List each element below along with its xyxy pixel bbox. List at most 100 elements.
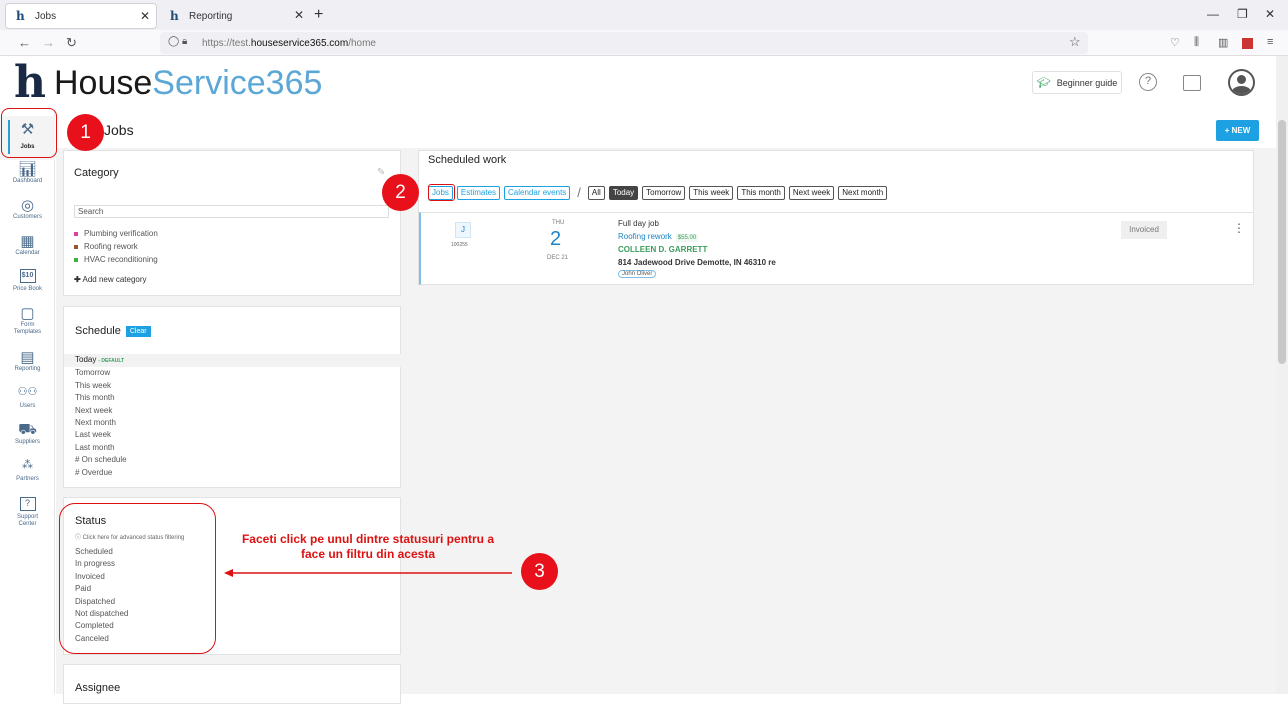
reload-icon[interactable]: ↻	[66, 35, 77, 51]
schedule-item[interactable]: This week	[64, 380, 401, 392]
documents-icon[interactable]	[1183, 75, 1201, 91]
sidebar-item-partners[interactable]: ⁂ Partners	[0, 458, 55, 483]
category-search-input[interactable]: Search	[74, 205, 389, 218]
sidebar-toggle-icon[interactable]: ▥	[1218, 36, 1228, 49]
filter-next-month[interactable]: Next month	[838, 185, 888, 200]
job-category: Roofing rework $55.00	[618, 232, 699, 242]
edit-pencil-icon[interactable]: ✎	[377, 167, 385, 178]
browser-tab-reporting[interactable]: h Reporting ✕	[160, 3, 310, 29]
browser-tab-bar: h Jobs ✕ h Reporting ✕ + — ❐ ✕	[0, 0, 1288, 30]
job-status-badge: Invoiced	[1121, 221, 1167, 239]
schedule-item[interactable]: # Overdue	[64, 467, 401, 479]
new-tab-icon[interactable]: +	[314, 6, 323, 24]
sidebar-item-form-templates[interactable]: ▢ Form Templates	[0, 304, 55, 336]
filter-next-week[interactable]: Next week	[788, 185, 835, 200]
sidebar-item-support-center[interactable]: ? Support Center	[0, 496, 55, 528]
category-item[interactable]: Plumbing verification	[74, 227, 158, 240]
clear-button[interactable]: Clear	[125, 325, 151, 337]
back-icon[interactable]: ←	[18, 35, 31, 50]
filter-separator: /	[577, 185, 581, 200]
extension-icon[interactable]	[1242, 38, 1253, 49]
sidebar-item-users[interactable]: ⚇⚇ Users	[0, 385, 55, 410]
annotation-step-2: 2	[382, 174, 419, 211]
beginner-guide-button[interactable]: 🎓︎ Beginner guide	[1032, 71, 1122, 94]
kebab-menu-icon[interactable]: ⋮	[1233, 221, 1245, 235]
sidebar-item-reporting[interactable]: ▤ Reporting	[0, 348, 55, 373]
scheduled-work-filters: Jobs Estimates Calendar events / All Tod…	[428, 185, 888, 200]
new-button[interactable]: + NEW	[1216, 120, 1259, 141]
close-window-icon[interactable]: ✕	[1265, 7, 1275, 21]
sidebar-item-calendar[interactable]: ▦ Calendar	[0, 232, 55, 257]
schedule-item[interactable]: Next week	[64, 405, 401, 417]
annotation-box-jobs-filter	[428, 184, 455, 201]
sidebar-item-label: Price Book	[12, 286, 42, 292]
scrollbar-thumb[interactable]	[1278, 120, 1286, 364]
annotation-arrow	[224, 569, 512, 577]
category-item[interactable]: Roofing rework	[74, 240, 158, 253]
filter-calendar-events[interactable]: Calendar events	[504, 185, 571, 200]
sidebar-item-label: Users	[19, 403, 36, 409]
library-icon[interactable]: ⫼	[1194, 36, 1199, 49]
sidebar-item-dashboard[interactable]: 📊︎ Dashboard	[0, 160, 55, 185]
add-category-button[interactable]: ✚ Add new category	[74, 275, 147, 284]
schedule-title: Schedule Clear	[75, 325, 151, 337]
partners-icon: ⁂	[22, 459, 33, 471]
forward-icon[interactable]: →	[42, 35, 55, 50]
category-list: Plumbing verification Roofing rework HVA…	[74, 227, 158, 266]
url-prefix: https://test.	[202, 37, 251, 49]
logo-text: HouseService365	[54, 64, 323, 102]
annotation-step-1: 1	[67, 114, 104, 151]
sidebar-item-customers[interactable]: ◎ Customers	[0, 196, 55, 221]
schedule-item[interactable]: Last month	[64, 442, 401, 454]
schedule-item[interactable]: Next month	[64, 417, 401, 429]
bookmark-star-icon[interactable]: ☆	[1069, 34, 1081, 50]
job-price: $55.00	[675, 234, 699, 242]
schedule-item[interactable]: Last week	[64, 429, 401, 441]
category-color-dot	[74, 244, 78, 249]
job-customer[interactable]: COLLEEN D. GARRETT	[618, 245, 707, 254]
calendar-icon: ▦	[20, 233, 35, 250]
scheduled-work-title: Scheduled work	[428, 154, 507, 166]
schedule-item[interactable]: Tomorrow	[64, 367, 401, 379]
filter-today[interactable]: Today	[608, 185, 639, 200]
sidebar-item-label: Reporting	[14, 366, 41, 372]
sidebar-item-price-book[interactable]: $10 Price Book	[0, 268, 55, 293]
filter-this-week[interactable]: This week	[689, 185, 734, 200]
sidebar-item-label: Form Templates	[13, 322, 42, 335]
annotation-box-status	[59, 503, 216, 654]
filter-estimates[interactable]: Estimates	[456, 185, 501, 200]
category-color-dot	[74, 257, 78, 262]
help-icon[interactable]: ?	[1139, 73, 1157, 91]
pocket-icon[interactable]: ♡	[1170, 36, 1180, 49]
filter-this-month[interactable]: This month	[737, 185, 785, 200]
close-tab-icon[interactable]: ✕	[140, 9, 150, 23]
schedule-list: Today - DEFAULT Tomorrow This week This m…	[64, 354, 401, 479]
minimize-icon[interactable]: —	[1207, 7, 1219, 21]
job-technician-tag: John Oliver	[618, 270, 657, 278]
houseservice365-logo[interactable]: h HouseService365	[14, 61, 323, 105]
filter-tomorrow[interactable]: Tomorrow	[642, 185, 686, 200]
schedule-item[interactable]: This month	[64, 392, 401, 404]
schedule-item-today[interactable]: Today - DEFAULT	[64, 354, 401, 368]
job-number: 100255	[451, 242, 468, 248]
browser-tab-jobs[interactable]: h Jobs ✕	[5, 3, 157, 29]
page-title: Jobs	[104, 122, 134, 138]
annotation-step-3: 3	[521, 553, 558, 590]
category-panel: Category ✎ Search Plumbing verification …	[63, 150, 401, 296]
menu-icon[interactable]: ≡	[1267, 36, 1273, 48]
sidebar-item-suppliers[interactable]: ⛟ Suppliers	[0, 421, 55, 446]
job-card[interactable]: J 100255 THU 2 DEC 21 Full day job Roofi…	[419, 212, 1254, 285]
close-tab-icon[interactable]: ✕	[294, 8, 304, 22]
filter-all[interactable]: All	[587, 185, 605, 200]
restore-icon[interactable]: ❐	[1237, 7, 1248, 21]
category-color-dot	[74, 231, 78, 236]
sidebar-item-label: Suppliers	[14, 439, 40, 445]
user-avatar-icon[interactable]	[1228, 69, 1255, 96]
job-type-badge: J	[455, 222, 471, 238]
category-item[interactable]: HVAC reconditioning	[74, 253, 158, 266]
sidebar-item-label: Customers	[12, 214, 42, 220]
schedule-item[interactable]: # On schedule	[64, 454, 401, 466]
url-path: /home	[348, 37, 376, 49]
url-bar[interactable]: https://test. houseservice365.com/home	[160, 32, 1088, 54]
assignee-title: Assignee	[75, 682, 121, 694]
